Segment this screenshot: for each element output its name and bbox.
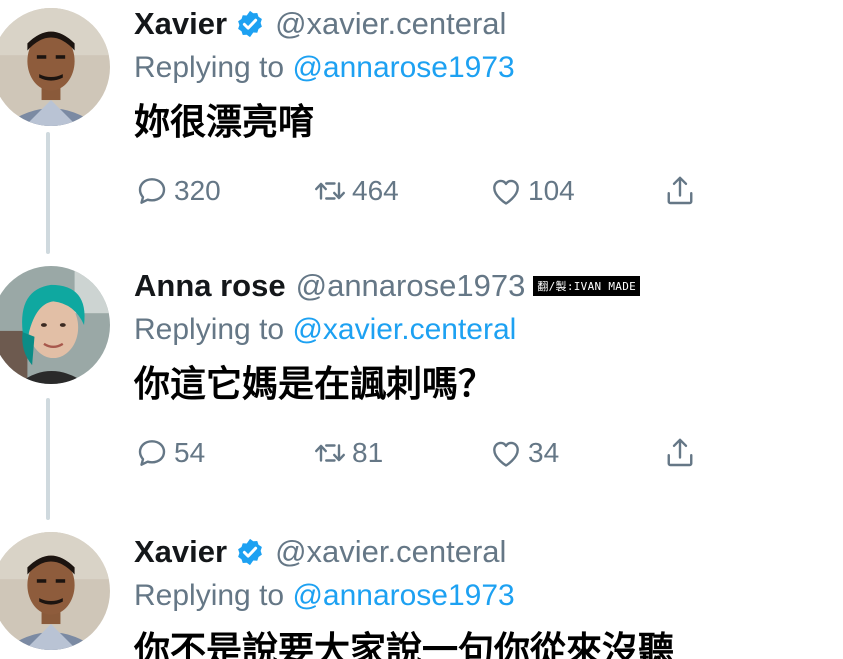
reply-button[interactable]: 54 [134, 433, 205, 473]
reply-mention-link[interactable]: @annarose1973 [292, 51, 514, 84]
tweet-text: 你不是說要大家說一句你從來沒聽 [134, 630, 675, 659]
like-button[interactable]: 34 [488, 433, 559, 473]
retweet-count: 464 [352, 175, 399, 206]
tweet[interactable]: Anna rose @annarose1973 翻/製:IVAN MADE Re… [0, 266, 843, 506]
reply-icon [134, 173, 170, 209]
like-icon [488, 173, 524, 209]
reply-count: 54 [174, 437, 206, 468]
replying-to: Replying to @xavier.centeral [134, 309, 833, 351]
watermark-label: 翻/製:IVAN MADE [533, 276, 641, 296]
avatar[interactable] [0, 8, 110, 126]
tweet-text: 你這它媽是在諷刺嗎？ [134, 364, 495, 405]
share-button[interactable] [662, 171, 698, 211]
author-handle[interactable]: @xavier.centeral [275, 6, 506, 42]
tweet-actions: 54 81 34 [134, 433, 833, 473]
retweet-button[interactable]: 81 [312, 433, 383, 473]
retweet-count: 81 [352, 437, 384, 468]
reply-prefix: Replying to [134, 51, 293, 84]
verified-badge-icon [235, 9, 265, 39]
retweet-icon [312, 173, 348, 209]
reply-icon [134, 435, 170, 471]
replying-to: Replying to @annarose1973 [134, 47, 833, 89]
avatar[interactable] [0, 532, 110, 650]
reply-mention-link[interactable]: @annarose1973 [292, 579, 514, 612]
author-name[interactable]: Anna rose [134, 268, 286, 304]
verified-badge-icon [235, 537, 265, 567]
like-button[interactable]: 104 [488, 171, 575, 211]
author-name[interactable]: Xavier [134, 534, 227, 570]
like-count: 34 [528, 437, 560, 468]
author-handle[interactable]: @xavier.centeral [275, 534, 506, 570]
tweet[interactable]: Xavier @xavier.centeral Replying to @ann… [0, 532, 843, 659]
replying-to: Replying to @annarose1973 [134, 575, 833, 617]
share-icon [662, 173, 698, 209]
retweet-icon [312, 435, 348, 471]
like-icon [488, 435, 524, 471]
tweet-header: Xavier @xavier.centeral [134, 4, 833, 44]
share-icon [662, 435, 698, 471]
reply-count: 320 [174, 175, 221, 206]
reply-prefix: Replying to [134, 313, 293, 346]
tweet-text: 妳很漂亮唷 [134, 102, 315, 143]
author-handle[interactable]: @annarose1973 [296, 268, 526, 304]
reply-prefix: Replying to [134, 579, 293, 612]
tweet-header: Anna rose @annarose1973 翻/製:IVAN MADE [134, 266, 833, 306]
tweet-header: Xavier @xavier.centeral [134, 532, 833, 572]
reply-mention-link[interactable]: @xavier.centeral [292, 313, 516, 346]
tweet[interactable]: Xavier @xavier.centeral Replying to @ann… [0, 0, 843, 240]
author-name[interactable]: Xavier [134, 6, 227, 42]
tweet-actions: 320 464 104 [134, 171, 833, 211]
avatar[interactable] [0, 266, 110, 384]
retweet-button[interactable]: 464 [312, 171, 399, 211]
reply-button[interactable]: 320 [134, 171, 221, 211]
share-button[interactable] [662, 433, 698, 473]
like-count: 104 [528, 175, 575, 206]
